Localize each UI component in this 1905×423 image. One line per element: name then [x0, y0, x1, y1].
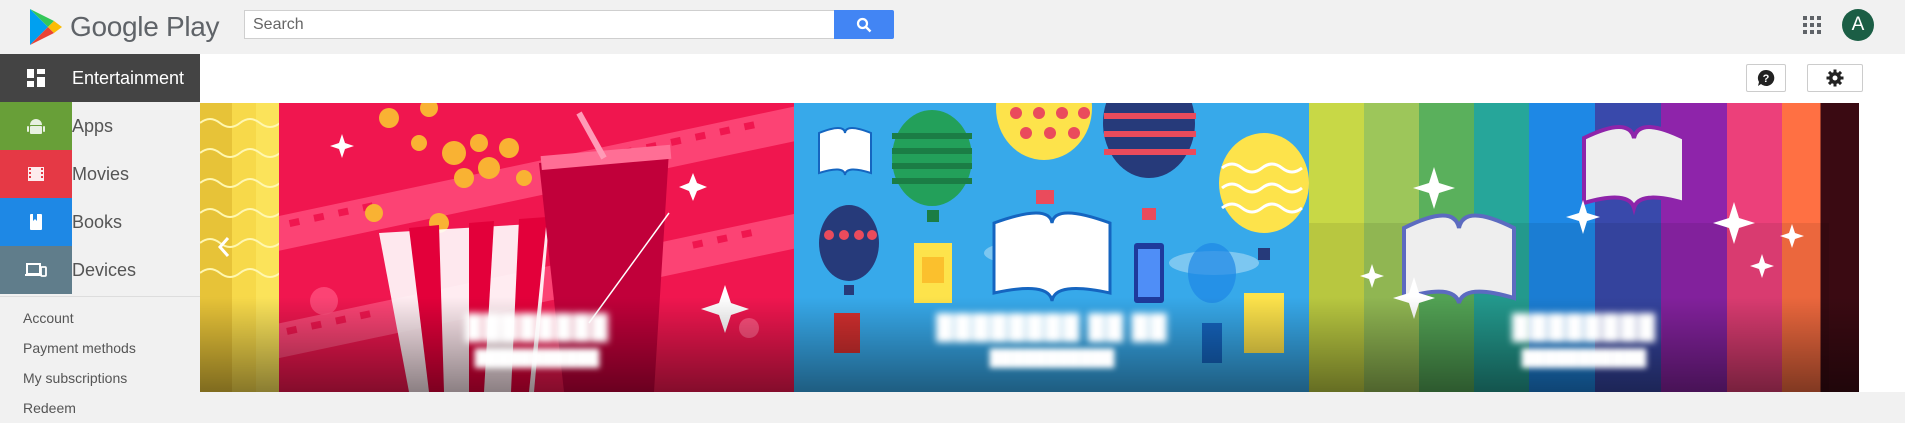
search-bar: [244, 10, 894, 39]
apps-grid-icon[interactable]: [1803, 16, 1821, 34]
devices-icon: [0, 246, 72, 294]
chevron-left-icon: [217, 237, 230, 257]
card-subtitle: ███████████: [1521, 350, 1647, 367]
card-title: ████████ ██ ██: [936, 314, 1168, 341]
help-button[interactable]: ?: [1746, 64, 1786, 92]
sidebar-item-label: Devices: [72, 259, 137, 280]
promo-carousel: ████████ ███████████ ████████ ██ ██ ████…: [200, 103, 1905, 392]
search-input[interactable]: [244, 10, 834, 39]
svg-text:?: ?: [1763, 73, 1770, 85]
card-title: ████████: [464, 314, 610, 341]
content-bottom-strip: [200, 392, 1905, 416]
carousel-card-books-balloons[interactable]: ████████ ██ ██ ███████████: [794, 103, 1310, 392]
logo-text: Google Play: [70, 11, 220, 42]
sidebar-divider: [0, 296, 200, 297]
redeem-link[interactable]: Redeem: [0, 393, 200, 423]
card-subtitle: ███████████: [474, 350, 600, 367]
avatar[interactable]: A: [1842, 9, 1874, 41]
sidebar: Entertainment Apps Movies Books Devices …: [0, 54, 200, 416]
gear-icon: [1826, 69, 1844, 87]
google-play-logo[interactable]: Google Play: [28, 5, 220, 49]
sidebar-item-books[interactable]: Books: [0, 198, 200, 246]
main-content: ? ████████ ███████████ ████████ ██ ██ ██…: [200, 54, 1905, 416]
carousel-prev-button[interactable]: [210, 233, 238, 261]
sidebar-item-apps[interactable]: Apps: [0, 102, 200, 150]
help-icon: ?: [1757, 69, 1775, 86]
carousel-next-button[interactable]: [1865, 233, 1893, 261]
sidebar-item-devices[interactable]: Devices: [0, 246, 200, 294]
sidebar-item-entertainment[interactable]: Entertainment: [0, 54, 200, 102]
carousel-card-movies[interactable]: ████████ ███████████: [279, 103, 795, 392]
card-title: ████████: [1511, 314, 1657, 341]
carousel-card-books-rainbow[interactable]: ████████ ███████████: [1309, 103, 1859, 392]
search-button[interactable]: [834, 10, 894, 39]
settings-button[interactable]: [1807, 64, 1863, 92]
card-subtitle: ███████████: [989, 350, 1115, 367]
sidebar-item-label: Apps: [72, 115, 114, 136]
android-icon: [0, 102, 72, 150]
sidebar-item-movies[interactable]: Movies: [0, 150, 200, 198]
sidebar-item-label: Books: [72, 211, 123, 232]
my-subscriptions-link[interactable]: My subscriptions: [0, 363, 200, 393]
chevron-right-icon: [1873, 237, 1886, 257]
payment-methods-link[interactable]: Payment methods: [0, 333, 200, 363]
book-icon: [0, 198, 72, 246]
sidebar-item-label: Entertainment: [72, 67, 185, 88]
account-link[interactable]: Account: [0, 303, 200, 333]
film-icon: [0, 150, 72, 198]
search-icon: [856, 17, 872, 32]
top-bar: Google Play A: [0, 0, 1905, 54]
sidebar-item-label: Movies: [72, 163, 130, 184]
play-logo-icon: [30, 9, 62, 45]
entertainment-grid-icon: [0, 54, 72, 102]
